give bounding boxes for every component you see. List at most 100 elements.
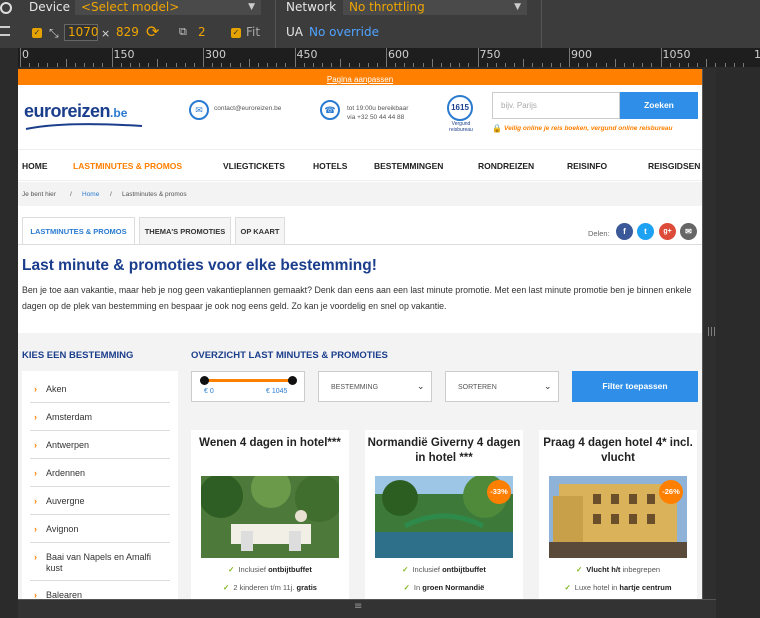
width-value: 1070 bbox=[68, 25, 99, 39]
ruler-tick bbox=[248, 59, 250, 67]
ruler-tick bbox=[239, 63, 241, 67]
deal-card-normandie[interactable]: Normandië Giverny 4 dagen in hotel *** -… bbox=[365, 430, 523, 599]
ruler-tick bbox=[596, 63, 598, 67]
breadcrumb: Je bent hier / Home / Lastminutes & prom… bbox=[18, 182, 702, 206]
check-icon: ✓ bbox=[223, 583, 230, 592]
destination-select-value: BESTEMMING bbox=[331, 384, 379, 391]
ruler-label: 300 bbox=[205, 48, 226, 61]
card-title: Normandië Giverny 4 dagen in hotel *** bbox=[367, 437, 521, 464]
tab-themas[interactable]: THEMA'S PROMOTIES bbox=[139, 217, 231, 244]
search-button[interactable]: Zoeken bbox=[620, 92, 698, 119]
sidebar-item-balearen[interactable]: › Balearen bbox=[30, 581, 170, 599]
feature-bold: Vlucht h/t bbox=[586, 565, 621, 574]
device-select[interactable]: <Select model> ▼ bbox=[75, 0, 261, 15]
ruler-tick bbox=[56, 63, 58, 67]
deal-card-praag[interactable]: Praag 4 dagen hotel 4* incl. vlucht -26%… bbox=[539, 430, 697, 599]
feature-text: In bbox=[413, 583, 423, 592]
share-label: Delen: bbox=[588, 229, 610, 238]
price-min: € 0 bbox=[204, 388, 214, 395]
ruler-tick bbox=[129, 63, 131, 67]
sidebar-item-avignon[interactable]: › Avignon bbox=[30, 515, 170, 543]
width-input[interactable]: 1070 bbox=[64, 24, 99, 41]
ua-label: UA bbox=[286, 25, 303, 39]
ruler-tick bbox=[321, 63, 323, 67]
ruler-tick bbox=[294, 48, 296, 67]
swap-dimensions-icon[interactable]: ⤡ bbox=[49, 26, 59, 41]
chevron-right-icon: › bbox=[34, 468, 37, 478]
facebook-icon[interactable]: f bbox=[616, 223, 633, 240]
resize-handle-bottom[interactable]: ≡ bbox=[18, 599, 716, 618]
ruler-tick bbox=[733, 63, 735, 67]
sidebar-item-antwerpen[interactable]: › Antwerpen bbox=[30, 431, 170, 459]
slider-handle-min[interactable] bbox=[200, 376, 209, 385]
mail-share-icon[interactable]: ✉ bbox=[680, 223, 697, 240]
ruler-tick bbox=[221, 63, 223, 67]
sidebar-item-amsterdam[interactable]: › Amsterdam bbox=[30, 403, 170, 431]
sidebar-title: KIES EEN BESTEMMING bbox=[22, 350, 134, 361]
nav-lastminutes[interactable]: LASTMINUTES & PROMOS bbox=[73, 161, 182, 171]
logo-suffix: .be bbox=[110, 106, 128, 120]
ruler-tick bbox=[459, 63, 461, 67]
sidebar-item-napels[interactable]: › Baai van Napels en Amalfi kust bbox=[30, 543, 170, 581]
device-label: Device bbox=[29, 0, 71, 14]
resolution-checkbox[interactable]: ✓ bbox=[32, 28, 42, 38]
nav-reisinfo[interactable]: REISINFO bbox=[567, 161, 607, 171]
ruler-tick bbox=[20, 48, 21, 67]
fit-checkbox[interactable]: ✓ bbox=[231, 28, 241, 38]
deal-card-wenen[interactable]: Wenen 4 dagen in hotel*** ✓ Inclusief ont… bbox=[191, 430, 349, 599]
resize-handle-right[interactable]: ||| bbox=[702, 69, 716, 599]
tab-lastminutes[interactable]: LASTMINUTES & PROMOS bbox=[22, 217, 135, 244]
height-input[interactable]: 829 bbox=[116, 25, 139, 39]
contact-email[interactable]: contact@euroreizen.be bbox=[214, 105, 281, 112]
ua-input[interactable]: No override bbox=[309, 25, 379, 39]
nav-hotels[interactable]: HOTELS bbox=[313, 161, 347, 171]
nav-bestemmingen[interactable]: BESTEMMINGEN bbox=[374, 161, 443, 171]
google-plus-icon[interactable]: g+ bbox=[659, 223, 676, 240]
sidebar-item-ardennen[interactable]: › Ardennen bbox=[30, 459, 170, 487]
breadcrumb-home[interactable]: Home bbox=[82, 191, 99, 198]
ruler-tick bbox=[504, 63, 506, 67]
search-input[interactable]: bijv. Parijs bbox=[492, 92, 620, 119]
menu-icon[interactable] bbox=[0, 26, 10, 36]
feature-bold: ontbijtbuffet bbox=[442, 565, 486, 574]
sort-select[interactable]: SORTEREN ⌄ bbox=[445, 371, 559, 402]
phone-icon: ☎ bbox=[320, 100, 340, 120]
customize-page-link[interactable]: Pagina aanpassen bbox=[327, 75, 393, 84]
card-feature: ✓ Luxe hotel in hartje centrum bbox=[539, 583, 697, 592]
tab-op-kaart[interactable]: OP KAART bbox=[235, 217, 285, 244]
ruler-label: 900 bbox=[571, 48, 592, 61]
ruler-tick bbox=[440, 63, 442, 67]
check-icon: ✓ bbox=[403, 583, 410, 592]
mail-icon[interactable]: ✉ bbox=[189, 100, 209, 120]
ruler-label: 750 bbox=[479, 48, 501, 61]
dpr-input[interactable]: 2 bbox=[198, 25, 206, 39]
sidebar-item-auvergne[interactable]: › Auvergne bbox=[30, 487, 170, 515]
nav-reisgidsen[interactable]: REISGIDSEN bbox=[648, 161, 700, 171]
rotate-icon[interactable] bbox=[0, 2, 12, 14]
ruler-tick bbox=[742, 63, 744, 67]
ruler-tick bbox=[623, 63, 625, 67]
filter-button[interactable]: Filter toepassen bbox=[572, 371, 698, 402]
contact-phone-number[interactable]: via +32 50 44 44 88 bbox=[347, 114, 404, 121]
nav-vliegtickets[interactable]: VLIEGTICKETS bbox=[223, 161, 285, 171]
ruler-tick bbox=[614, 59, 616, 67]
nav-home[interactable]: HOME bbox=[22, 161, 48, 171]
ruler-tick bbox=[331, 63, 333, 67]
network-select[interactable]: No throttling ▼ bbox=[343, 0, 527, 15]
price-slider[interactable]: € 0 € 1045 bbox=[191, 371, 305, 402]
ruler-tick bbox=[486, 63, 488, 67]
nav-rondreizen[interactable]: RONDREIZEN bbox=[478, 161, 534, 171]
refresh-icon[interactable]: ⟳ bbox=[146, 22, 159, 41]
sidebar-item-aken[interactable]: › Aken bbox=[30, 375, 170, 403]
slider-handle-max[interactable] bbox=[288, 376, 297, 385]
ruler-tick bbox=[431, 59, 433, 67]
sidebar-item-label: Avignon bbox=[46, 524, 79, 534]
ruler-tick bbox=[166, 63, 168, 67]
times-sign: × bbox=[101, 27, 111, 40]
check-icon: ✓ bbox=[575, 565, 583, 574]
destination-select[interactable]: BESTEMMING ⌄ bbox=[318, 371, 432, 402]
ruler-tick bbox=[203, 48, 204, 67]
card-feature: ✓ Vlucht h/t inbegrepen bbox=[539, 565, 697, 574]
logo[interactable]: euroreizen.be bbox=[24, 101, 154, 130]
twitter-icon[interactable]: t bbox=[637, 223, 654, 240]
